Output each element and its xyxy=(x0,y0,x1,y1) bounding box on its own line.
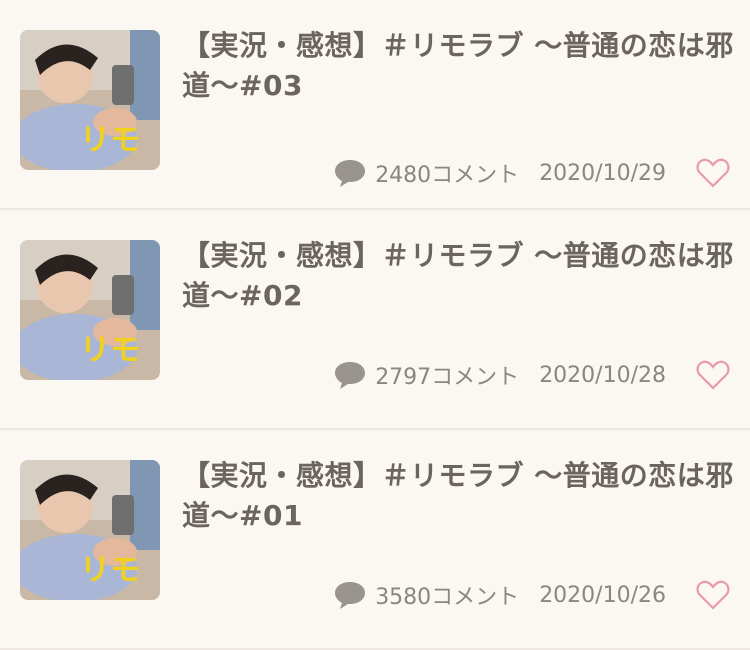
article-thumbnail[interactable]: リモ xyxy=(20,460,160,600)
list-item[interactable]: リモ 【実況・感想】＃リモラブ 〜普通の恋は邪道〜#01 3580コメント 20… xyxy=(0,430,750,650)
comment-count: 3580コメント xyxy=(375,585,520,610)
post-date: 2020/10/28 xyxy=(539,362,666,388)
post-date: 2020/10/26 xyxy=(539,582,666,608)
article-title[interactable]: 【実況・感想】＃リモラブ 〜普通の恋は邪道〜#03 xyxy=(182,26,737,106)
heart-icon[interactable] xyxy=(696,157,730,189)
comment-icon xyxy=(333,359,367,391)
comment-icon xyxy=(333,579,367,611)
article-meta: 2797コメント 2020/10/28 xyxy=(333,355,730,395)
list-item[interactable]: リモ 【実況・感想】＃リモラブ 〜普通の恋は邪道〜#03 2480コメント 20… xyxy=(0,0,750,210)
heart-icon[interactable] xyxy=(696,359,730,391)
thumbnail-text: リモ xyxy=(80,553,140,588)
thumbnail-text: リモ xyxy=(80,333,140,368)
article-list: リモ 【実況・感想】＃リモラブ 〜普通の恋は邪道〜#03 2480コメント 20… xyxy=(0,0,750,650)
article-title[interactable]: 【実況・感想】＃リモラブ 〜普通の恋は邪道〜#02 xyxy=(182,236,737,316)
post-date: 2020/10/29 xyxy=(539,160,666,186)
comment-count: 2797コメント xyxy=(375,365,520,390)
comment-count: 2480コメント xyxy=(375,163,520,188)
article-meta: 2480コメント 2020/10/29 xyxy=(333,153,730,193)
article-meta: 3580コメント 2020/10/26 xyxy=(333,575,730,615)
article-title[interactable]: 【実況・感想】＃リモラブ 〜普通の恋は邪道〜#01 xyxy=(182,456,737,536)
list-item[interactable]: リモ 【実況・感想】＃リモラブ 〜普通の恋は邪道〜#02 2797コメント 20… xyxy=(0,210,750,430)
comment-icon xyxy=(333,157,367,189)
thumbnail-text: リモ xyxy=(80,123,140,158)
article-thumbnail[interactable]: リモ xyxy=(20,30,160,170)
article-thumbnail[interactable]: リモ xyxy=(20,240,160,380)
heart-icon[interactable] xyxy=(696,579,730,611)
